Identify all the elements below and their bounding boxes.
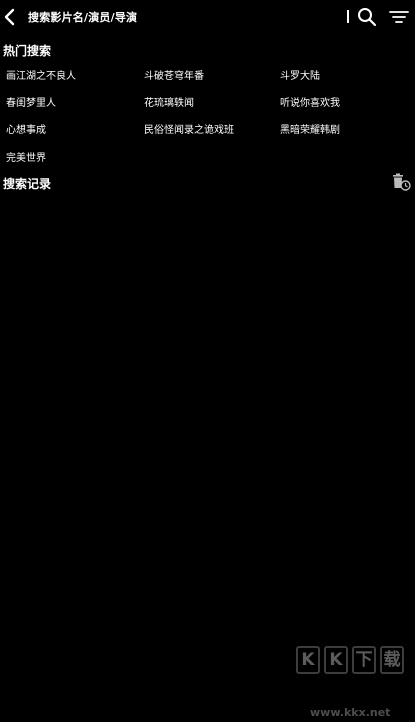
hot-search-item[interactable]: 民俗怪闻录之诡戏班 <box>144 121 234 136</box>
hot-search-item[interactable]: 春闺梦里人 <box>6 94 56 109</box>
chevron-left-icon[interactable] <box>3 8 17 26</box>
hot-search-item[interactable]: 听说你喜欢我 <box>280 94 340 109</box>
hot-search-item[interactable]: 画江湖之不良人 <box>6 67 76 82</box>
watermark-char: K <box>296 646 320 674</box>
text-cursor <box>347 10 349 23</box>
watermark-char: 下 <box>352 646 376 674</box>
filter-icon[interactable] <box>389 8 409 26</box>
watermark-char: K <box>324 646 348 674</box>
search-history-title: 搜索记录 <box>3 177 52 191</box>
hot-search-item[interactable]: 斗罗大陆 <box>280 67 320 82</box>
hot-search-item[interactable]: 完美世界 <box>6 149 46 164</box>
hot-search-item[interactable]: 黑暗荣耀韩剧 <box>280 121 340 136</box>
kkx-watermark-logo: K K 下 载 www.kkx.net <box>296 640 414 720</box>
hot-search-item[interactable]: 斗破苍穹年番 <box>144 67 204 82</box>
watermark-url: www.kkx.net <box>310 706 391 719</box>
top-bar: 搜索影片名/演员/导演 <box>0 0 415 34</box>
trash-clock-icon[interactable] <box>392 173 411 191</box>
search-input[interactable]: 搜索影片名/演员/导演 <box>28 9 137 25</box>
watermark-char: 载 <box>380 646 404 674</box>
search-icon[interactable] <box>357 7 377 27</box>
hot-search-item[interactable]: 花琉璃轶闻 <box>144 94 194 109</box>
hot-search-title: 热门搜索 <box>3 44 52 58</box>
hot-search-item[interactable]: 心想事成 <box>6 121 46 136</box>
